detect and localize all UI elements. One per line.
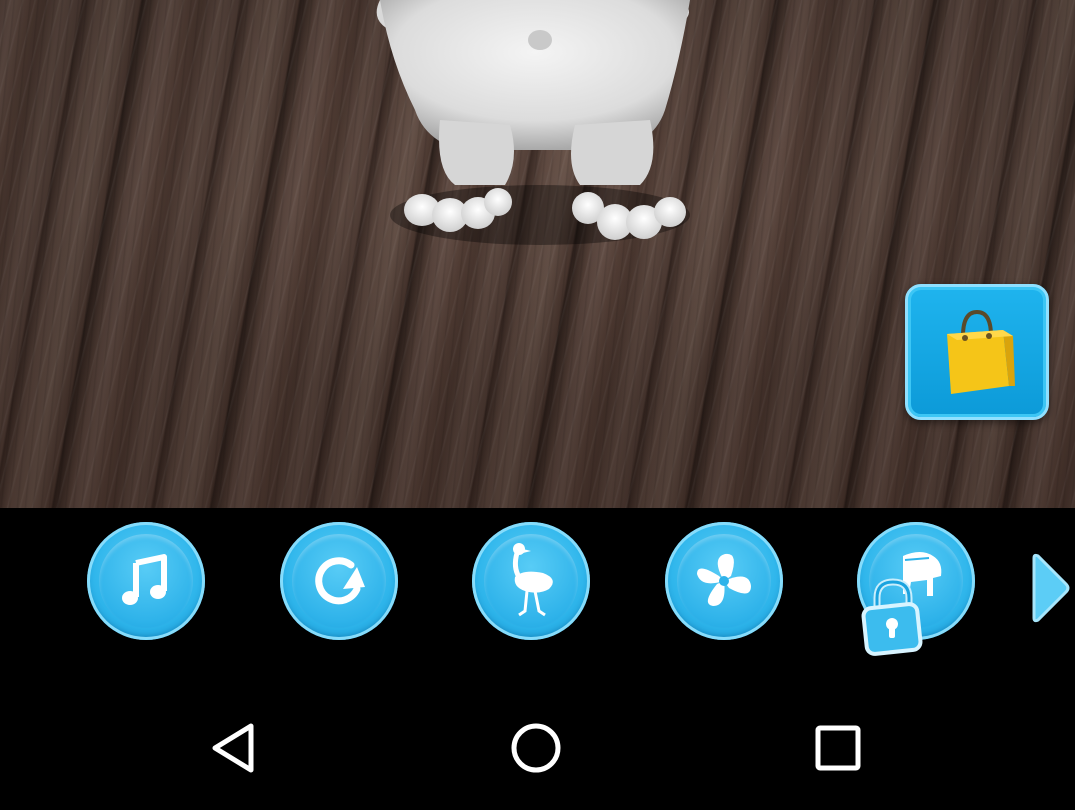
repeat-button[interactable] <box>280 522 398 640</box>
shopping-bag-icon <box>947 309 1015 394</box>
music-note-icon <box>122 554 167 605</box>
music-button[interactable] <box>87 522 205 640</box>
back-icon <box>212 723 254 773</box>
lock-icon <box>861 578 923 656</box>
game-scene[interactable] <box>0 0 1075 508</box>
shop-button[interactable] <box>905 284 1049 420</box>
redo-arrow-icon <box>315 557 365 605</box>
back-button[interactable] <box>203 718 263 778</box>
system-navigation-bar <box>0 676 1075 810</box>
fan-button[interactable] <box>665 522 783 640</box>
ostrich-button[interactable] <box>472 522 590 640</box>
recents-icon <box>815 725 861 771</box>
fan-icon <box>697 553 751 606</box>
chevron-right-icon[interactable] <box>1030 552 1070 624</box>
action-toolbar <box>0 508 1075 676</box>
piano-button[interactable] <box>857 522 975 656</box>
character-creature[interactable] <box>360 0 720 250</box>
ostrich-icon <box>512 543 553 617</box>
home-icon <box>511 723 561 773</box>
recents-button[interactable] <box>808 718 868 778</box>
home-button[interactable] <box>506 718 566 778</box>
